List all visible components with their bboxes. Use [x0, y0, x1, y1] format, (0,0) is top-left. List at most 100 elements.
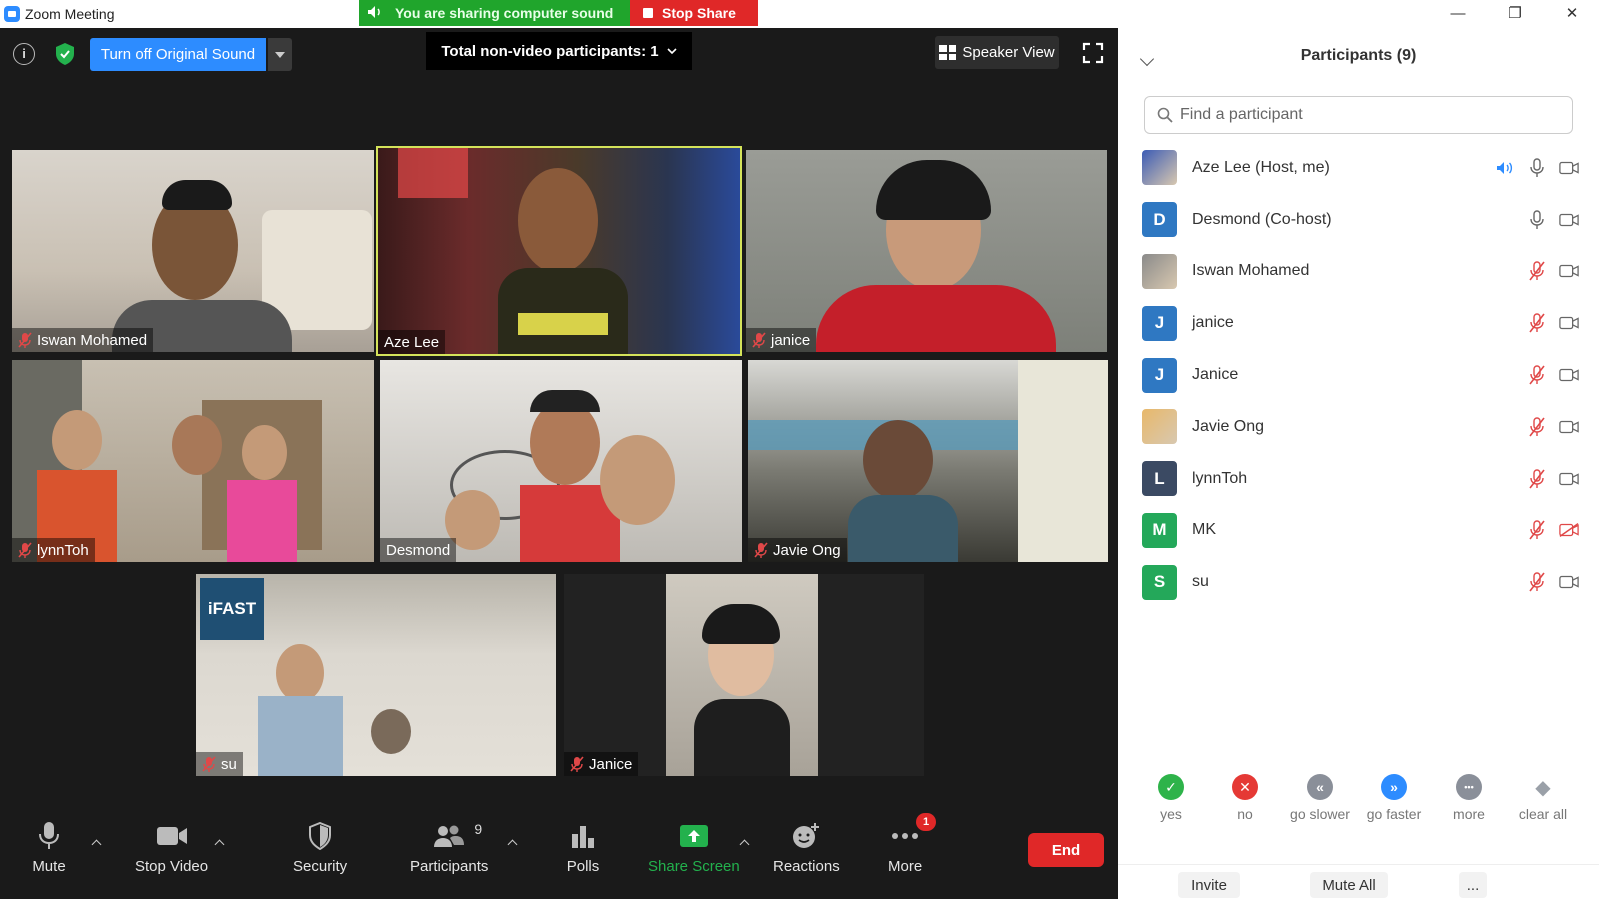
participant-row[interactable]: Javie Ong: [1118, 401, 1599, 453]
reaction-label: yes: [1160, 806, 1182, 822]
participant-name: su: [1192, 573, 1209, 591]
fullscreen-icon[interactable]: [1082, 42, 1104, 64]
participant-row[interactable]: D Desmond (Co-host): [1118, 194, 1599, 246]
audio-options-caret[interactable]: [92, 839, 104, 849]
reaction-more[interactable]: ••• more: [1434, 774, 1504, 822]
muted-mic-icon[interactable]: [1527, 520, 1547, 540]
restore-button[interactable]: ❐: [1505, 4, 1525, 24]
reaction-no[interactable]: ✕ no: [1210, 774, 1280, 822]
zoom-app-icon: [4, 6, 20, 22]
reaction-go-slower[interactable]: « go slower: [1285, 774, 1355, 822]
participant-row[interactable]: Iswan Mohamed: [1118, 246, 1599, 298]
video-camera-icon[interactable]: [1559, 417, 1579, 437]
reaction-go-faster[interactable]: » go faster: [1359, 774, 1429, 822]
video-tile[interactable]: Iswan Mohamed: [12, 150, 374, 352]
participant-status-icons: [1527, 313, 1579, 333]
video-camera-icon[interactable]: [1559, 158, 1579, 178]
participant-status-icons: [1527, 261, 1579, 281]
participant-status-icons: [1527, 468, 1579, 489]
video-camera-icon[interactable]: [1559, 261, 1579, 281]
reaction-clear-all[interactable]: ◆ clear all: [1508, 774, 1578, 823]
video-tile[interactable]: Desmond: [380, 360, 742, 562]
invite-button[interactable]: Invite: [1178, 872, 1240, 898]
participant-search-box[interactable]: [1144, 96, 1573, 134]
muted-mic-icon[interactable]: [1527, 572, 1547, 592]
video-feed: [666, 574, 818, 776]
video-camera-icon[interactable]: [1559, 365, 1579, 385]
muted-mic-icon[interactable]: [1527, 261, 1547, 281]
video-feed: [378, 148, 740, 354]
reaction-yes-icon: ✓: [1158, 774, 1184, 800]
microphone-icon[interactable]: [1527, 209, 1547, 230]
share-screen-button[interactable]: Share Screen: [648, 819, 740, 889]
microphone-icon[interactable]: [1527, 158, 1547, 178]
panel-more-button[interactable]: ...: [1459, 872, 1487, 898]
muted-mic-icon: [18, 542, 32, 558]
video-camera-icon[interactable]: [1559, 210, 1579, 230]
muted-mic-icon[interactable]: [1527, 468, 1547, 489]
muted-mic-icon[interactable]: [1527, 365, 1547, 385]
participant-status-icons: [1527, 209, 1579, 230]
participants-panel: Participants (9) Aze Lee (Host, me) D Desm…: [1118, 28, 1599, 899]
meeting-area: i Turn off Original Sound Total non-vide…: [0, 28, 1118, 899]
video-tile[interactable]: janice: [746, 150, 1107, 352]
security-button[interactable]: Security: [293, 819, 347, 889]
end-meeting-button[interactable]: End: [1028, 833, 1104, 867]
polls-button[interactable]: Polls: [566, 819, 600, 889]
stop-video-button[interactable]: Stop Video: [135, 819, 208, 889]
participant-row[interactable]: Aze Lee (Host, me): [1118, 142, 1599, 194]
video-tile-active-speaker[interactable]: Aze Lee: [376, 146, 742, 356]
participants-options-caret[interactable]: [508, 839, 520, 849]
non-video-participants-dropdown[interactable]: Total non-video participants: 1: [426, 32, 692, 70]
participant-status-icons: [1495, 158, 1579, 178]
more-badge: 1: [916, 813, 937, 831]
participant-status-icons: [1527, 572, 1579, 592]
more-dots-icon: 1: [888, 813, 937, 853]
video-camera-icon[interactable]: [1559, 572, 1579, 592]
video-tile[interactable]: iFAST su: [196, 574, 556, 776]
video-tile[interactable]: lynnToh: [12, 360, 374, 562]
participants-button[interactable]: 9 Participants: [410, 819, 488, 889]
reaction-label: go slower: [1290, 806, 1350, 822]
ifast-logo: iFAST: [200, 578, 264, 640]
participant-row[interactable]: M MK: [1118, 505, 1599, 557]
speaker-view-button[interactable]: Speaker View: [935, 36, 1059, 69]
mute-all-button[interactable]: Mute All: [1310, 872, 1388, 898]
video-off-icon[interactable]: [1559, 520, 1579, 540]
participant-row[interactable]: Ssu: [1118, 556, 1599, 608]
participant-name: Aze Lee (Host, me): [1192, 158, 1330, 176]
reaction-yes[interactable]: ✓ yes: [1136, 774, 1206, 822]
video-tile-portrait[interactable]: [666, 574, 818, 776]
video-camera-icon: [155, 819, 189, 853]
minimize-button[interactable]: —: [1448, 4, 1468, 24]
mute-button[interactable]: Mute: [32, 819, 66, 889]
panel-footer: Invite Mute All ...: [1118, 864, 1599, 899]
participant-status-icons: [1527, 520, 1579, 540]
participant-search-input[interactable]: [1180, 106, 1560, 124]
meeting-toolbar: Mute Stop Video Security 9 Participants …: [0, 809, 1118, 899]
original-sound-button[interactable]: Turn off Original Sound: [90, 38, 266, 71]
muted-mic-icon[interactable]: [1527, 417, 1547, 437]
microphone-icon: [32, 819, 66, 853]
participant-row[interactable]: Jjanice: [1118, 297, 1599, 349]
video-tile[interactable]: Javie Ong: [748, 360, 1108, 562]
speaking-icon: [1495, 158, 1515, 178]
video-camera-icon[interactable]: [1559, 313, 1579, 333]
video-options-caret[interactable]: [215, 839, 227, 849]
participant-name: Iswan Mohamed: [1192, 262, 1310, 280]
reactions-button[interactable]: Reactions: [773, 819, 840, 889]
share-options-caret[interactable]: [740, 839, 752, 849]
participant-name: Desmond (Co-host): [1192, 210, 1332, 228]
participant-row[interactable]: J Janice: [1118, 349, 1599, 401]
participant-row[interactable]: LlynnToh: [1118, 453, 1599, 505]
muted-mic-icon[interactable]: [1527, 313, 1547, 333]
reaction-label: more: [1453, 806, 1485, 822]
info-icon[interactable]: i: [13, 43, 35, 65]
more-button[interactable]: 1 More: [888, 813, 937, 889]
stop-share-button[interactable]: Stop Share: [630, 0, 758, 26]
encryption-shield-icon[interactable]: [54, 42, 76, 66]
close-button[interactable]: ✕: [1562, 4, 1582, 24]
muted-mic-icon: [18, 332, 32, 348]
original-sound-dropdown[interactable]: [268, 38, 292, 71]
video-camera-icon[interactable]: [1559, 469, 1579, 489]
